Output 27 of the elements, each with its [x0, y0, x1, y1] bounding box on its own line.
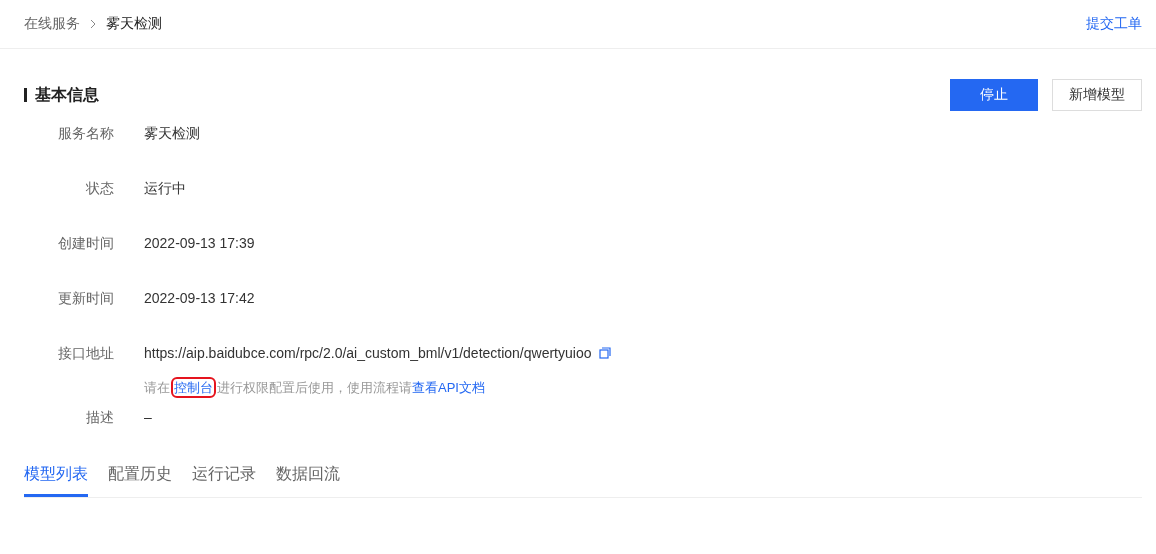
field-value: 运行中 — [144, 180, 186, 196]
tab[interactable]: 运行记录 — [192, 458, 256, 497]
stop-button[interactable]: 停止 — [950, 79, 1038, 111]
field-value: 2022-09-13 17:42 — [144, 290, 255, 306]
field-label: 接口地址 — [57, 344, 114, 363]
api-docs-link[interactable]: 查看API文档 — [412, 380, 485, 395]
field-value: 雾天检测 — [144, 125, 200, 141]
field-value: 2022-09-13 17:39 — [144, 235, 255, 251]
copy-icon[interactable] — [599, 347, 612, 359]
submit-ticket-link[interactable]: 提交工单 — [1086, 15, 1142, 33]
field-label: 服务名称 — [57, 124, 114, 143]
hint-text: 请在 控制台 进行权限配置后使用，使用流程请查看API文档 — [144, 379, 612, 397]
add-model-button[interactable]: 新增模型 — [1052, 79, 1142, 111]
field-value: – — [144, 409, 152, 425]
tab[interactable]: 数据回流 — [276, 458, 340, 497]
field-label: 描述 — [85, 408, 114, 427]
console-link[interactable]: 控制台 — [174, 380, 213, 395]
chevron-right-icon — [88, 19, 98, 29]
breadcrumb-item[interactable]: 雾天检测 — [106, 15, 162, 33]
breadcrumb-item[interactable]: 在线服务 — [24, 15, 80, 33]
field-value: https://aip.baidubce.com/rpc/2.0/ai_custom_bml/v1/detection/qwertyuioo — [144, 345, 592, 361]
field-label: 状态 — [85, 179, 114, 198]
field-label: 创建时间 — [57, 234, 114, 253]
tab[interactable]: 模型列表 — [24, 458, 88, 497]
tab[interactable]: 配置历史 — [108, 458, 172, 497]
section-title: 基本信息 — [24, 88, 99, 102]
field-label: 更新时间 — [57, 289, 114, 308]
